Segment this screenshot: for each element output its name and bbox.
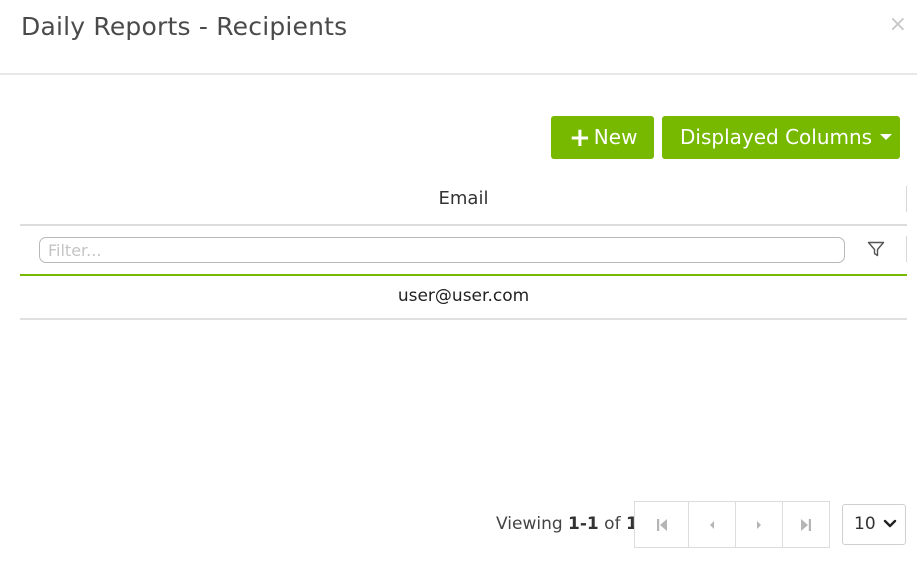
email-filter-input[interactable] (39, 237, 845, 263)
table-row[interactable]: user@user.com (20, 276, 907, 320)
caret-down-icon (880, 134, 893, 140)
column-header-email[interactable]: Email (20, 188, 907, 209)
new-button[interactable]: + New (551, 116, 654, 159)
filter-divider (906, 236, 907, 262)
last-page-icon (801, 518, 811, 531)
email-cell: user@user.com (397, 286, 530, 306)
viewing-range: 1-1 (568, 514, 599, 534)
next-page-button[interactable] (735, 501, 783, 548)
filter-row (20, 226, 907, 276)
filter-icon[interactable] (867, 241, 885, 257)
plus-icon: + (569, 123, 591, 153)
first-page-icon (656, 518, 667, 531)
new-button-label: New (593, 125, 638, 149)
pager (634, 501, 830, 548)
next-page-icon (757, 520, 761, 529)
displayed-columns-button[interactable]: Displayed Columns (662, 116, 900, 159)
viewing-summary: Viewing 1-1 of 1 (496, 514, 638, 534)
displayed-columns-label: Displayed Columns (680, 125, 873, 149)
first-page-button[interactable] (634, 501, 689, 548)
last-page-button[interactable] (782, 501, 830, 548)
viewing-of: of (604, 514, 621, 534)
table-header: Email (20, 178, 907, 226)
page-size-value: 10 (854, 514, 876, 534)
recipients-dialog: Daily Reports - Recipients × + New Displa… (0, 0, 917, 566)
pagination-footer: Viewing 1-1 of 1 10 (0, 500, 917, 550)
chevron-down-icon (883, 519, 897, 528)
previous-page-button[interactable] (688, 501, 736, 548)
page-size-select[interactable]: 10 (842, 504, 906, 545)
column-resize-handle[interactable] (906, 186, 907, 212)
dialog-title: Daily Reports - Recipients (21, 12, 348, 41)
close-button[interactable]: × (889, 12, 907, 37)
viewing-prefix: Viewing (496, 514, 563, 534)
previous-page-icon (710, 520, 714, 529)
dialog-header: Daily Reports - Recipients × (0, 0, 917, 75)
